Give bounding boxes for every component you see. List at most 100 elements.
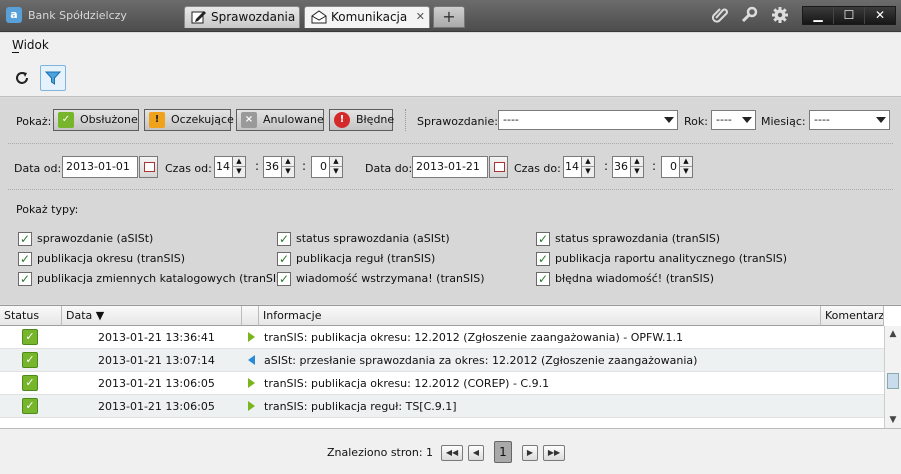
type-checkbox[interactable]: ✓ publikacja reguł (tranSIS) [277, 251, 435, 267]
outgoing-arrow-icon [248, 355, 255, 365]
type-checkbox[interactable]: ✓ status sprawozdania (aSISt) [277, 231, 450, 247]
second-to-spinner[interactable]: 0 ▲ ▼ [661, 156, 693, 178]
checkbox-checked-icon: ✓ [18, 272, 32, 286]
column-header-info[interactable]: Informacje [259, 306, 821, 326]
checkbox-checked-icon: ✓ [277, 232, 291, 246]
column-header-direction[interactable] [242, 306, 259, 326]
spin-down-icon[interactable]: ▼ [232, 167, 245, 177]
chevron-down-icon [742, 117, 752, 123]
table-row[interactable]: ✓ 2013-01-21 13:06:05 tranSIS: publikacj… [0, 395, 884, 418]
window-controls: ▁ ☐ ✕ [802, 6, 896, 25]
next-page-button[interactable]: ▶ [522, 445, 538, 461]
spin-up-icon[interactable]: ▲ [232, 157, 245, 167]
calendar-to-button[interactable] [489, 156, 508, 178]
calendar-from-button[interactable] [139, 156, 158, 178]
types-label: Pokaż typy: [16, 203, 79, 216]
report-select-value: ---- [503, 113, 519, 126]
refresh-button[interactable] [9, 65, 35, 91]
first-page-button[interactable]: ◀◀ [441, 445, 463, 461]
filter-obsluzone-button[interactable]: ✓ Obsłużone [53, 109, 139, 131]
paperclip-icon[interactable] [711, 6, 729, 24]
column-header-date[interactable]: Data ▼ [62, 306, 242, 326]
time-separator: : [255, 159, 260, 173]
table-row[interactable]: ✓ 2013-01-21 13:36:41 tranSIS: publikacj… [0, 326, 884, 349]
error-icon: ! [334, 112, 350, 128]
filter-button[interactable] [40, 65, 66, 91]
chevron-down-icon [876, 117, 886, 123]
checkbox-label: sprawozdanie (aSISt) [37, 232, 154, 245]
table-row[interactable]: ✓ 2013-01-21 13:07:14 aSISt: przesłanie … [0, 349, 884, 372]
filter-anulowane-button[interactable]: × Anulowane [236, 109, 324, 131]
hour-to-spinner[interactable]: 14 ▲ ▼ [563, 156, 595, 178]
spin-up-icon[interactable]: ▲ [281, 157, 294, 167]
time-separator: : [652, 159, 657, 173]
spin-down-icon[interactable]: ▼ [329, 167, 342, 177]
spin-down-icon[interactable]: ▼ [281, 167, 294, 177]
year-select[interactable]: ---- [711, 110, 756, 130]
checkbox-checked-icon: ✓ [277, 252, 291, 266]
hour-from-spinner[interactable]: 14 ▲ ▼ [214, 156, 246, 178]
type-checkbox[interactable]: ✓ błędna wiadomość! (tranSIS) [536, 271, 714, 287]
spin-down-icon[interactable]: ▼ [630, 167, 643, 177]
spin-down-icon[interactable]: ▼ [581, 167, 594, 177]
incoming-arrow-icon [248, 332, 255, 342]
close-button[interactable]: ✕ [865, 7, 895, 24]
date-from-input[interactable]: 2013-01-01 [62, 156, 138, 178]
column-header-comment[interactable]: Komentarz [821, 306, 884, 326]
row-date: 2013-01-21 13:06:05 [98, 400, 215, 413]
date-from-label: Data od: [14, 162, 62, 175]
type-checkbox[interactable]: ✓ wiadomość wstrzymana! (tranSIS) [277, 271, 485, 287]
status-ok-icon: ✓ [22, 329, 38, 345]
row-info: tranSIS: publikacja okresu: 12.2012 (Zgł… [264, 331, 683, 344]
spin-up-icon[interactable]: ▲ [581, 157, 594, 167]
title-bar: a Bank Spółdzielczy Sprawozdania Komunik… [0, 0, 901, 32]
app-logo-icon: a [6, 7, 22, 23]
tab-label: Sprawozdania [211, 10, 296, 24]
tab-sprawozdania[interactable]: Sprawozdania [184, 6, 300, 28]
table-row[interactable]: ✓ 2013-01-21 13:06:05 tranSIS: publikacj… [0, 372, 884, 395]
spin-up-icon[interactable]: ▲ [679, 157, 692, 167]
spin-up-icon[interactable]: ▲ [630, 157, 643, 167]
row-date: 2013-01-21 13:06:05 [98, 377, 215, 390]
minute-to-spinner[interactable]: 36 ▲ ▼ [612, 156, 644, 178]
spinner-value: 36 [614, 160, 628, 173]
close-tab-icon[interactable]: ✕ [416, 7, 425, 27]
menu-widok[interactable]: Widok [12, 38, 49, 52]
current-page[interactable]: 1 [494, 441, 512, 463]
month-select[interactable]: ---- [809, 110, 890, 130]
scroll-down-icon[interactable]: ▼ [885, 412, 901, 428]
button-label: Oczekujące [171, 113, 234, 126]
app-title: Bank Spółdzielczy [28, 9, 127, 22]
spin-down-icon[interactable]: ▼ [679, 167, 692, 177]
minimize-button[interactable]: ▁ [803, 7, 834, 24]
scroll-up-icon[interactable]: ▲ [885, 326, 901, 342]
filter-bledne-button[interactable]: ! Błędne [329, 109, 394, 131]
scroll-thumb[interactable] [887, 373, 899, 389]
check-icon: ✓ [58, 112, 74, 128]
type-checkbox[interactable]: ✓ sprawozdanie (aSISt) [18, 231, 153, 247]
type-checkbox[interactable]: ✓ publikacja zmiennych katalogowych (tran… [18, 271, 287, 287]
previous-page-button[interactable]: ◀ [468, 445, 484, 461]
vertical-scrollbar[interactable]: ▲ ▼ [884, 326, 901, 428]
show-label: Pokaż: [16, 115, 52, 128]
spin-up-icon[interactable]: ▲ [329, 157, 342, 167]
filter-panel: Pokaż: ✓ Obsłużone ! Oczekujące × Anulow… [0, 98, 901, 304]
report-select[interactable]: ---- [498, 110, 678, 130]
date-to-input[interactable]: 2013-01-21 [412, 156, 488, 178]
type-checkbox[interactable]: ✓ publikacja okresu (tranSIS) [18, 251, 185, 267]
second-from-spinner[interactable]: 0 ▲ ▼ [311, 156, 343, 178]
spinner-value: 0 [670, 160, 677, 173]
maximize-button[interactable]: ☐ [834, 7, 865, 24]
last-page-button[interactable]: ▶▶ [543, 445, 565, 461]
filter-oczekujace-button[interactable]: ! Oczekujące [144, 109, 234, 131]
wrench-icon[interactable] [740, 6, 758, 24]
type-checkbox[interactable]: ✓ publikacja raportu analitycznego (tranS… [536, 251, 787, 267]
new-tab-button[interactable]: + [433, 6, 465, 28]
tab-komunikacja[interactable]: Komunikacja ✕ [304, 6, 430, 28]
gear-icon[interactable] [771, 6, 789, 24]
column-header-status[interactable]: Status [0, 306, 62, 326]
time-to-label: Czas do: [514, 162, 561, 175]
minute-from-spinner[interactable]: 36 ▲ ▼ [263, 156, 295, 178]
type-checkbox[interactable]: ✓ status sprawozdania (tranSIS) [536, 231, 720, 247]
checkbox-label: publikacja okresu (tranSIS) [37, 252, 185, 265]
